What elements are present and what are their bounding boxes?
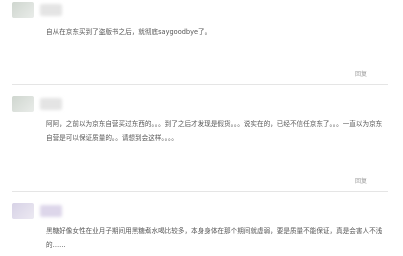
divider — [12, 191, 388, 192]
reply-button[interactable]: 回复 — [355, 176, 367, 185]
reply-button[interactable]: 回复 — [355, 69, 367, 78]
review-text: 黑糖好像女性在业月子期间用黑糖煮水喝比较多，本身身体在那个期间就虚弱，要是质量不… — [46, 227, 383, 249]
review-text: 阿阿，之前以为京东自营买过东西的。。。到了之后才发现是假货。。。说实在的，已经不… — [46, 120, 383, 142]
divider — [12, 84, 388, 85]
avatar[interactable] — [12, 96, 34, 112]
avatar[interactable] — [12, 2, 34, 18]
avatar[interactable] — [12, 203, 34, 219]
username[interactable] — [40, 205, 62, 217]
username[interactable] — [40, 4, 62, 16]
username[interactable] — [40, 98, 62, 110]
review-text: 自从在京东买到了盗版书之后，就彻底saygoodbye了。 — [46, 28, 212, 36]
